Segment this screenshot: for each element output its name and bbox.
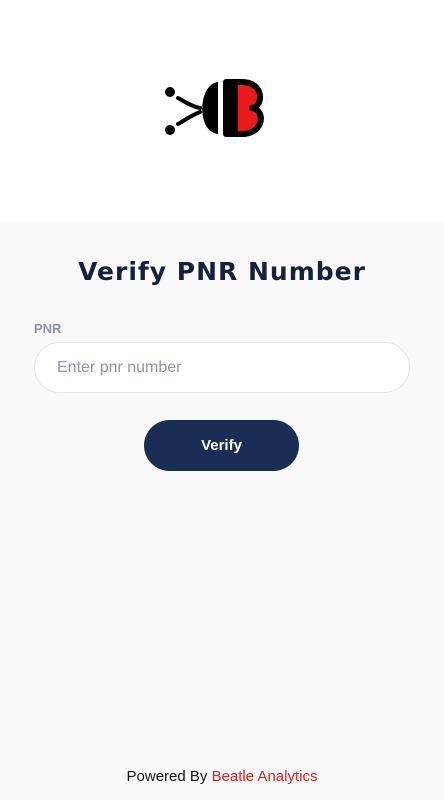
footer: Powered By Beatle Analytics — [0, 768, 444, 785]
footer-brand: Beatle Analytics — [211, 768, 318, 785]
pnr-input[interactable] — [34, 342, 410, 393]
header — [0, 0, 444, 223]
pnr-label: PNR — [34, 321, 62, 336]
beatle-logo-icon — [165, 79, 264, 137]
page-title: Verify PNR Number — [78, 257, 366, 286]
footer-prefix: Powered By — [126, 768, 208, 785]
verify-button[interactable]: Verify — [144, 420, 299, 471]
